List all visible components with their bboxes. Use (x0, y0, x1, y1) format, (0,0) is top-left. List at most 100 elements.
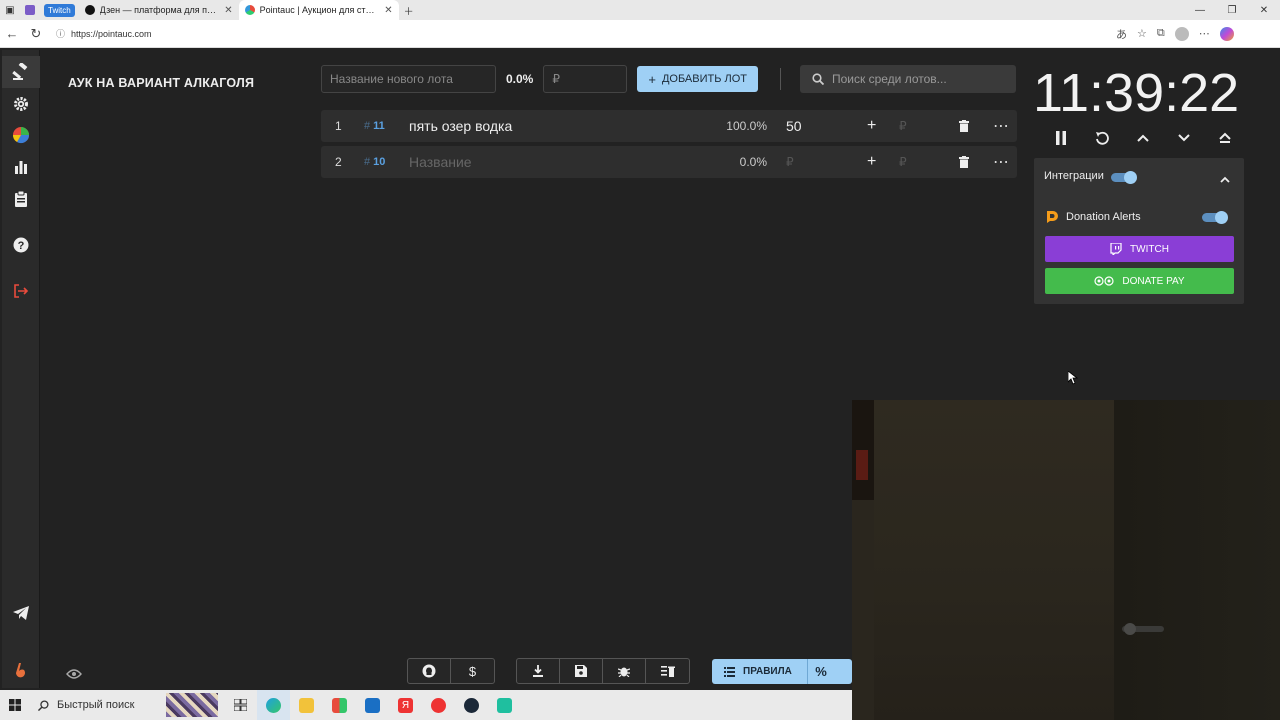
help-icon[interactable]: ? (12, 236, 30, 254)
bug-report-icon[interactable] (603, 659, 646, 683)
site-info-icon[interactable]: ⓘ (56, 27, 65, 40)
app-icon[interactable] (488, 690, 521, 720)
add-lot-button[interactable]: + ДОБАВИТЬ ЛОТ (637, 66, 759, 92)
url-field[interactable]: ⓘ https://pointauc.com (56, 27, 1116, 40)
dzen-icon (84, 5, 95, 15)
settings-gear-icon[interactable] (12, 95, 30, 113)
statistics-bar-icon[interactable] (12, 158, 30, 176)
minimize-icon[interactable]: — (1184, 0, 1216, 20)
translate-icon[interactable]: あ (1116, 26, 1127, 42)
lot-amount[interactable]: 50 (786, 110, 802, 142)
search-highlight-image[interactable] (166, 693, 218, 717)
links-button-group: $ (407, 658, 495, 684)
tab-actions-icon[interactable]: ▣ (0, 0, 20, 20)
add-amount-icon[interactable]: + (867, 146, 876, 178)
double-time-icon[interactable] (1212, 128, 1238, 148)
delete-lot-icon[interactable] (959, 146, 969, 178)
rules-percent-toggle[interactable]: % (808, 664, 834, 679)
increase-time-icon[interactable] (1130, 128, 1156, 148)
file-explorer-icon[interactable] (290, 690, 323, 720)
twitch-pinned-tab[interactable]: Twitch (44, 3, 75, 17)
donate-dollar-icon[interactable]: $ (451, 659, 494, 683)
clear-list-icon[interactable] (646, 659, 689, 683)
lot-name[interactable]: пять озер водка (409, 110, 512, 142)
yandex-icon[interactable] (422, 690, 455, 720)
collections-icon[interactable]: ⧉ (1157, 27, 1165, 40)
telegram-icon[interactable] (12, 604, 30, 622)
sidebar: ? (2, 50, 40, 688)
menu-dots-icon[interactable]: ⋯ (1199, 27, 1210, 40)
mouse-cursor-icon (1068, 371, 1078, 385)
back-icon[interactable]: ← (0, 26, 24, 41)
taskbar-search[interactable]: Быстрый поиск (30, 699, 166, 711)
gavel-icon[interactable] (12, 63, 30, 81)
store-icon[interactable] (323, 690, 356, 720)
more-options-icon[interactable]: ⋯ (993, 146, 1009, 178)
lot-index: 1 (335, 119, 342, 133)
outlook-icon[interactable] (356, 690, 389, 720)
webcam-wall (874, 400, 1114, 720)
close-window-icon[interactable]: ✕ (1248, 0, 1280, 20)
lot-search-input[interactable]: Поиск среди лотов... (800, 65, 1016, 93)
timer-controls (1048, 128, 1238, 148)
toolbar-divider (780, 68, 782, 90)
profile-avatar[interactable] (1174, 26, 1189, 41)
reset-icon[interactable] (1089, 128, 1115, 148)
integrations-toggle[interactable] (1111, 171, 1137, 184)
steam-icon[interactable] (455, 690, 488, 720)
yandex-browser-icon[interactable]: Я (389, 690, 422, 720)
webcam-red-object (856, 450, 868, 480)
auction-timer: 11:39:22 (1033, 63, 1240, 123)
copilot-icon[interactable] (1219, 26, 1234, 41)
lot-row: 1 #11 пять озер водка 100.0% 50 + ₽ ⋯ (321, 110, 1017, 142)
plus-icon: + (648, 71, 656, 87)
new-lot-name-input[interactable]: Название нового лота (321, 65, 496, 93)
close-tab-icon[interactable]: ✕ (384, 5, 392, 16)
rules-button[interactable]: ПРАВИЛА % (712, 659, 852, 684)
tab-dzen[interactable]: Дзен — платформа для просмотра ✕ (79, 0, 239, 20)
visibility-eye-icon[interactable] (66, 666, 82, 684)
lot-extra-amount[interactable]: ₽ (899, 146, 907, 178)
close-tab-icon[interactable]: ✕ (224, 5, 232, 16)
webcam-door-knob (1124, 623, 1136, 635)
boosty-icon[interactable] (12, 662, 30, 680)
twitch-icon (1110, 243, 1122, 255)
twitch-button-label: TWITCH (1130, 243, 1169, 255)
add-amount-icon[interactable]: + (867, 110, 876, 142)
decrease-time-icon[interactable] (1171, 128, 1197, 148)
address-bar: ← ↻ ⓘ https://pointauc.com あ ☆ ⧉ ⋯ (0, 20, 1280, 48)
wheel-pie-icon[interactable] (12, 126, 30, 144)
webcam-overlay (852, 400, 1280, 720)
lot-id-value: 11 (373, 120, 385, 132)
lot-name[interactable]: Название (409, 146, 472, 178)
tab-pointauc[interactable]: Pointauc | Аукцион для стримеров ✕ (238, 0, 399, 20)
logout-icon[interactable] (12, 282, 30, 300)
lot-extra-amount[interactable]: ₽ (899, 110, 907, 142)
pause-icon[interactable] (1048, 128, 1074, 148)
new-lot-percent: 0.0% (506, 72, 534, 86)
tab-title: Дзен — платформа для просмотра (99, 5, 220, 15)
new-tab-icon[interactable]: ＋ (399, 0, 419, 20)
lot-id: #11 (364, 120, 385, 132)
collapse-chevron-icon[interactable] (1220, 170, 1230, 188)
clipboard-icon[interactable] (12, 190, 30, 208)
favorite-star-icon[interactable]: ☆ (1137, 27, 1147, 40)
task-view-icon[interactable] (224, 690, 257, 720)
new-lot-amount-input[interactable]: ₽ (543, 65, 628, 93)
reload-icon[interactable]: ↻ (24, 26, 48, 42)
windows-start-icon[interactable] (0, 699, 30, 711)
edge-browser-icon[interactable] (257, 690, 290, 720)
download-icon[interactable] (517, 659, 560, 683)
twitch-button[interactable]: TWITCH (1045, 236, 1234, 262)
search-icon (38, 699, 49, 711)
restore-icon[interactable]: ❐ (1216, 0, 1248, 20)
github-icon[interactable] (408, 659, 451, 683)
donatepay-button[interactable]: DONATE PAY (1045, 268, 1234, 294)
twitch-tab-icon[interactable] (20, 0, 40, 20)
delete-lot-icon[interactable] (959, 110, 969, 142)
lot-percent: 0.0% (739, 155, 767, 169)
lot-amount[interactable]: ₽ (786, 146, 794, 178)
more-options-icon[interactable]: ⋯ (993, 110, 1009, 142)
donation-alerts-toggle[interactable] (1202, 211, 1228, 224)
save-icon[interactable] (560, 659, 603, 683)
